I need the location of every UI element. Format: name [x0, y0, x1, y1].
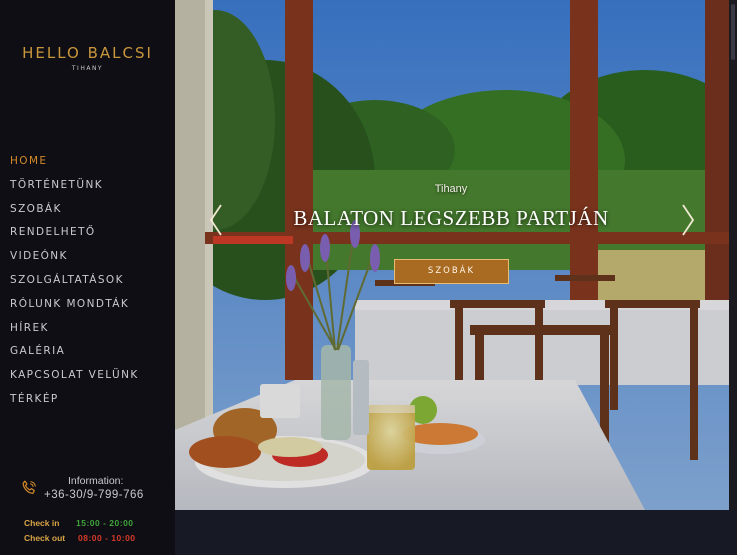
sidebar: HELLO BALCSI TIHANY HOME TÖRTÉNETÜNK SZO… — [0, 0, 175, 555]
scrollbar[interactable] — [729, 0, 737, 510]
check-in-time: 15:00 - 20:00 — [76, 518, 134, 528]
nav-item-home[interactable]: HOME — [10, 153, 139, 177]
nav-item-tortenetunk[interactable]: TÖRTÉNETÜNK — [10, 177, 139, 201]
nav-item-videonk[interactable]: VIDEÓNK — [10, 248, 139, 272]
nav-item-szolgaltatasok[interactable]: SZOLGÁLTATÁSOK — [10, 272, 139, 296]
logo[interactable]: HELLO BALCSI TIHANY — [0, 44, 175, 72]
content-strip — [175, 510, 737, 555]
rooms-button[interactable]: SZOBÁK — [394, 259, 509, 284]
scrollbar-thumb[interactable] — [731, 4, 735, 60]
hero-image — [175, 0, 737, 510]
nav-item-kapcsolat[interactable]: KAPCSOLAT VELÜNK — [10, 367, 139, 391]
check-out-time: 08:00 - 10:00 — [78, 533, 136, 543]
check-out-label: Check out — [24, 533, 66, 543]
nav-item-hirek[interactable]: HÍREK — [10, 320, 139, 344]
slide-subtitle: Tihany — [434, 183, 468, 195]
logo-title: HELLO BALCSI — [22, 44, 153, 62]
info-label: Information: — [68, 475, 124, 487]
phone-icon[interactable] — [20, 479, 38, 497]
nav-item-rendelheto[interactable]: RENDELHETŐ — [10, 224, 139, 248]
check-in-label: Check in — [24, 518, 60, 528]
hero-slider: Tihany BALATON LEGSZEBB PARTJÁN SZOBÁK — [175, 0, 737, 510]
chevron-left-icon[interactable] — [208, 203, 224, 237]
nav-item-galeria[interactable]: GALÉRIA — [10, 343, 139, 367]
slide-title: BALATON LEGSZEBB PARTJÁN — [293, 206, 609, 230]
main-nav: HOME TÖRTÉNETÜNK SZOBÁK RENDELHETŐ VIDEÓ… — [10, 153, 139, 415]
nav-item-rolunk-mondtak[interactable]: RÓLUNK MONDTÁK — [10, 296, 139, 320]
logo-location: TIHANY — [71, 65, 104, 72]
chevron-right-icon[interactable] — [680, 203, 696, 237]
nav-item-terkep[interactable]: TÉRKÉP — [10, 391, 139, 415]
nav-item-szobak[interactable]: SZOBÁK — [10, 201, 139, 225]
phone-number[interactable]: +36-30/9-799-766 — [44, 489, 144, 501]
